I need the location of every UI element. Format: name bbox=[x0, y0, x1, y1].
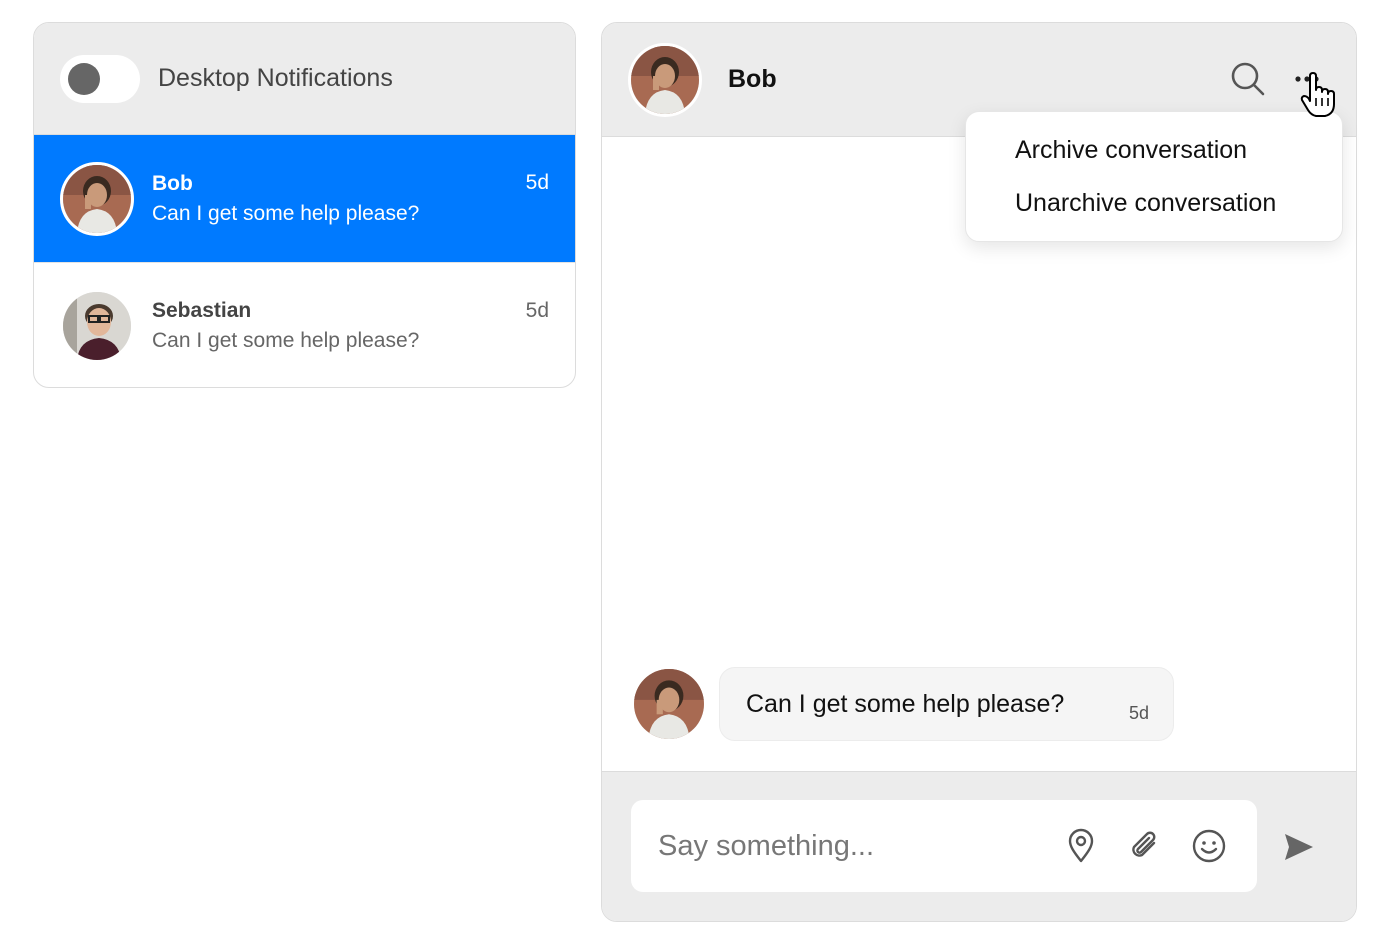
hand-pointer-cursor-icon bbox=[1300, 72, 1338, 118]
menu-item-archive[interactable]: Archive conversation bbox=[966, 134, 1342, 187]
message-time: 5d bbox=[1128, 703, 1149, 723]
desktop-notifications-toggle[interactable] bbox=[60, 54, 140, 103]
composer-input-box bbox=[631, 800, 1257, 892]
menu-item-unarchive[interactable]: Unarchive conversation bbox=[966, 187, 1342, 240]
chat-avatar bbox=[628, 42, 702, 117]
conversation-time: 5d bbox=[525, 299, 549, 322]
chat-title: Bob bbox=[728, 65, 777, 93]
avatar-bob bbox=[60, 161, 134, 236]
conversation-item-sebastian[interactable]: Sebastian Can I get some help please? 5d bbox=[34, 262, 575, 387]
message-input[interactable] bbox=[658, 829, 1038, 863]
message-bubble: Can I get some help please? 5d bbox=[719, 667, 1174, 741]
paperclip-icon[interactable] bbox=[1127, 828, 1163, 864]
search-icon[interactable] bbox=[1230, 61, 1266, 97]
message-avatar bbox=[634, 669, 704, 739]
message-composer bbox=[602, 771, 1356, 921]
conversation-list-panel: Desktop Notifications Bob Can I get some… bbox=[33, 22, 576, 388]
avatar-sebastian bbox=[60, 289, 134, 363]
location-pin-icon[interactable] bbox=[1063, 828, 1099, 864]
send-icon[interactable] bbox=[1282, 830, 1316, 864]
notifications-label: Desktop Notifications bbox=[158, 64, 393, 92]
conversation-name: Sebastian bbox=[152, 299, 252, 322]
conversation-preview: Can I get some help please? bbox=[152, 329, 420, 352]
conversation-time: 5d bbox=[525, 171, 549, 194]
conversation-item-bob[interactable]: Bob Can I get some help please? 5d bbox=[34, 135, 575, 262]
conversation-options-menu: Archive conversation Unarchive conversat… bbox=[965, 111, 1343, 242]
conversation-preview: Can I get some help please? bbox=[152, 201, 420, 225]
message-text: Can I get some help please? bbox=[746, 689, 1065, 718]
conversation-name: Bob bbox=[152, 171, 193, 195]
notifications-header: Desktop Notifications bbox=[34, 23, 575, 135]
toggle-knob bbox=[68, 62, 100, 95]
emoji-icon[interactable] bbox=[1191, 828, 1227, 864]
message-row: Can I get some help please? 5d bbox=[634, 667, 1174, 741]
